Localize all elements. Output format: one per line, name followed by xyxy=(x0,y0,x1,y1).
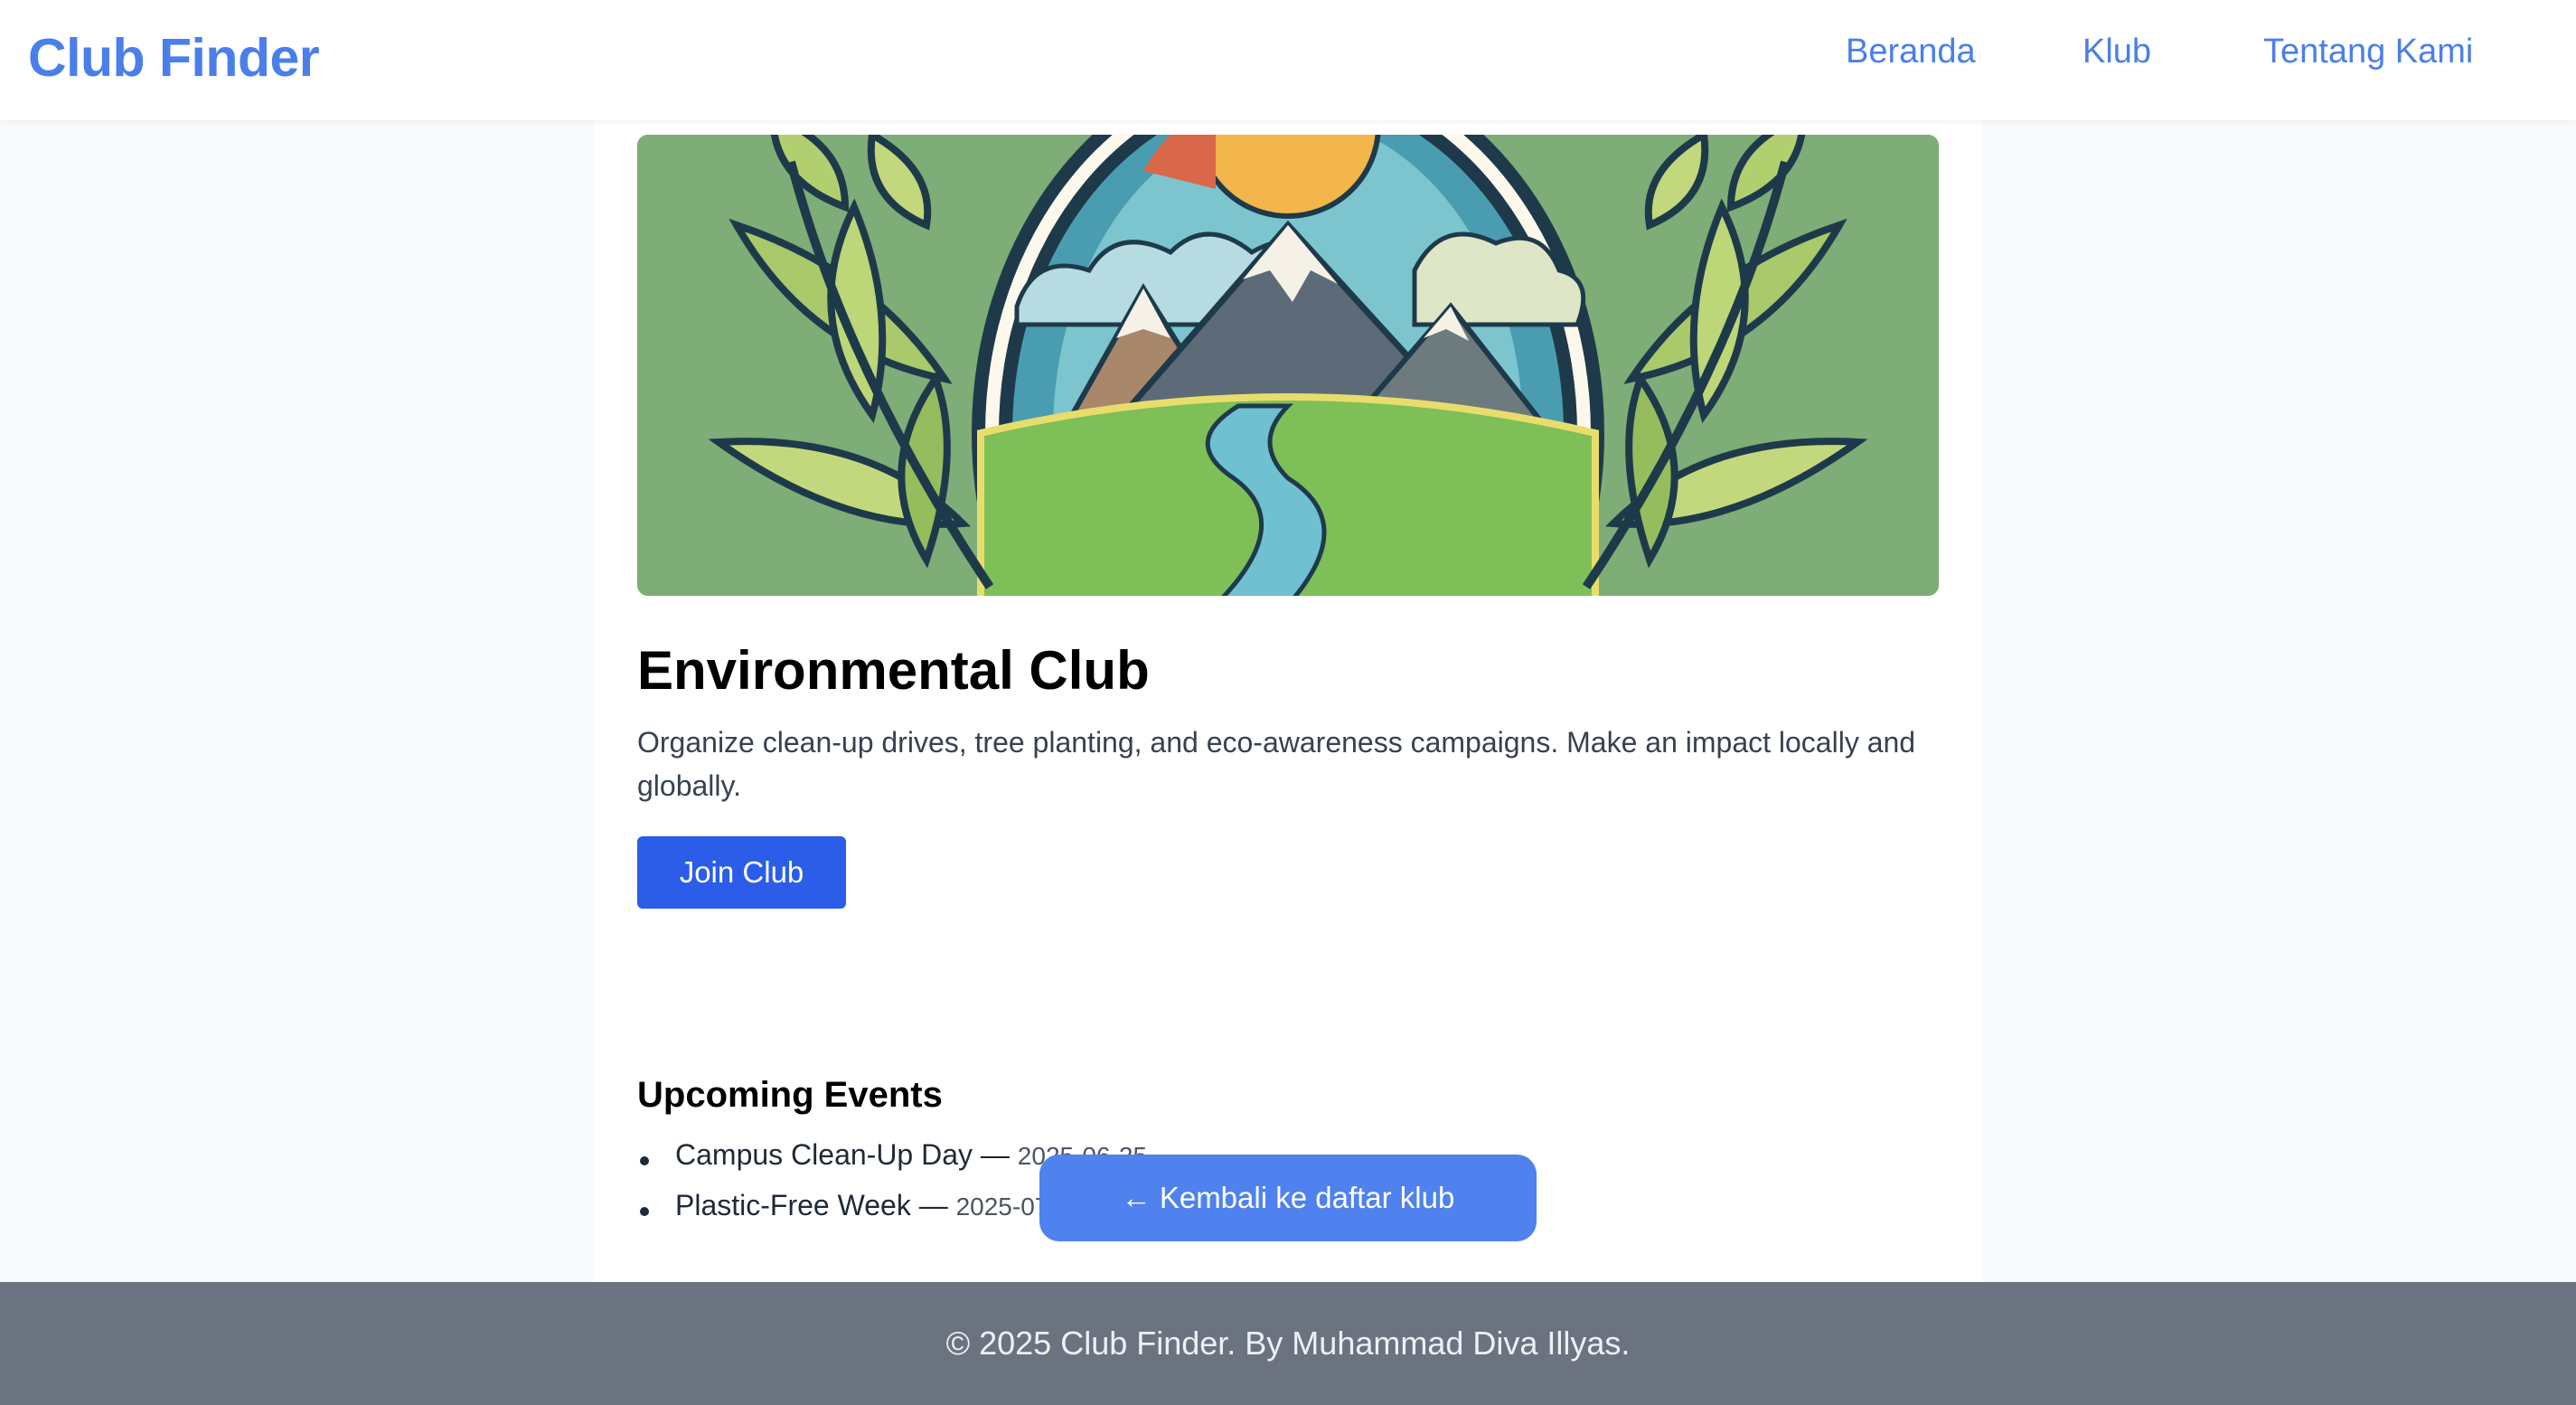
brand-logo[interactable]: Club Finder xyxy=(28,27,320,89)
nav-link-klub[interactable]: Klub xyxy=(2082,33,2151,71)
upcoming-events-heading: Upcoming Events xyxy=(637,1075,943,1115)
event-name: Campus Clean-Up Day xyxy=(675,1138,973,1171)
event-name: Plastic-Free Week xyxy=(675,1189,911,1221)
back-to-clubs-button[interactable]: ← Kembali ke daftar klub xyxy=(1039,1155,1537,1241)
footer-copyright: © 2025 Club Finder. By Muhammad Diva Ill… xyxy=(945,1325,1631,1362)
event-separator: — xyxy=(973,1138,1018,1171)
join-club-button[interactable]: Join Club xyxy=(637,836,846,909)
club-detail-card: Environmental Club Organize clean-up dri… xyxy=(594,120,1982,1282)
club-description: Organize clean-up drives, tree planting,… xyxy=(637,726,1916,802)
footer: © 2025 Club Finder. By Muhammad Diva Ill… xyxy=(0,1282,2576,1405)
club-hero-image xyxy=(637,135,1939,596)
club-title: Environmental Club xyxy=(637,640,1150,701)
navbar: Club Finder Beranda Klub Tentang Kami xyxy=(0,0,2576,120)
nav-link-tentang-kami[interactable]: Tentang Kami xyxy=(2263,33,2473,71)
nav-link-beranda[interactable]: Beranda xyxy=(1846,33,1976,71)
event-separator: — xyxy=(910,1189,956,1221)
